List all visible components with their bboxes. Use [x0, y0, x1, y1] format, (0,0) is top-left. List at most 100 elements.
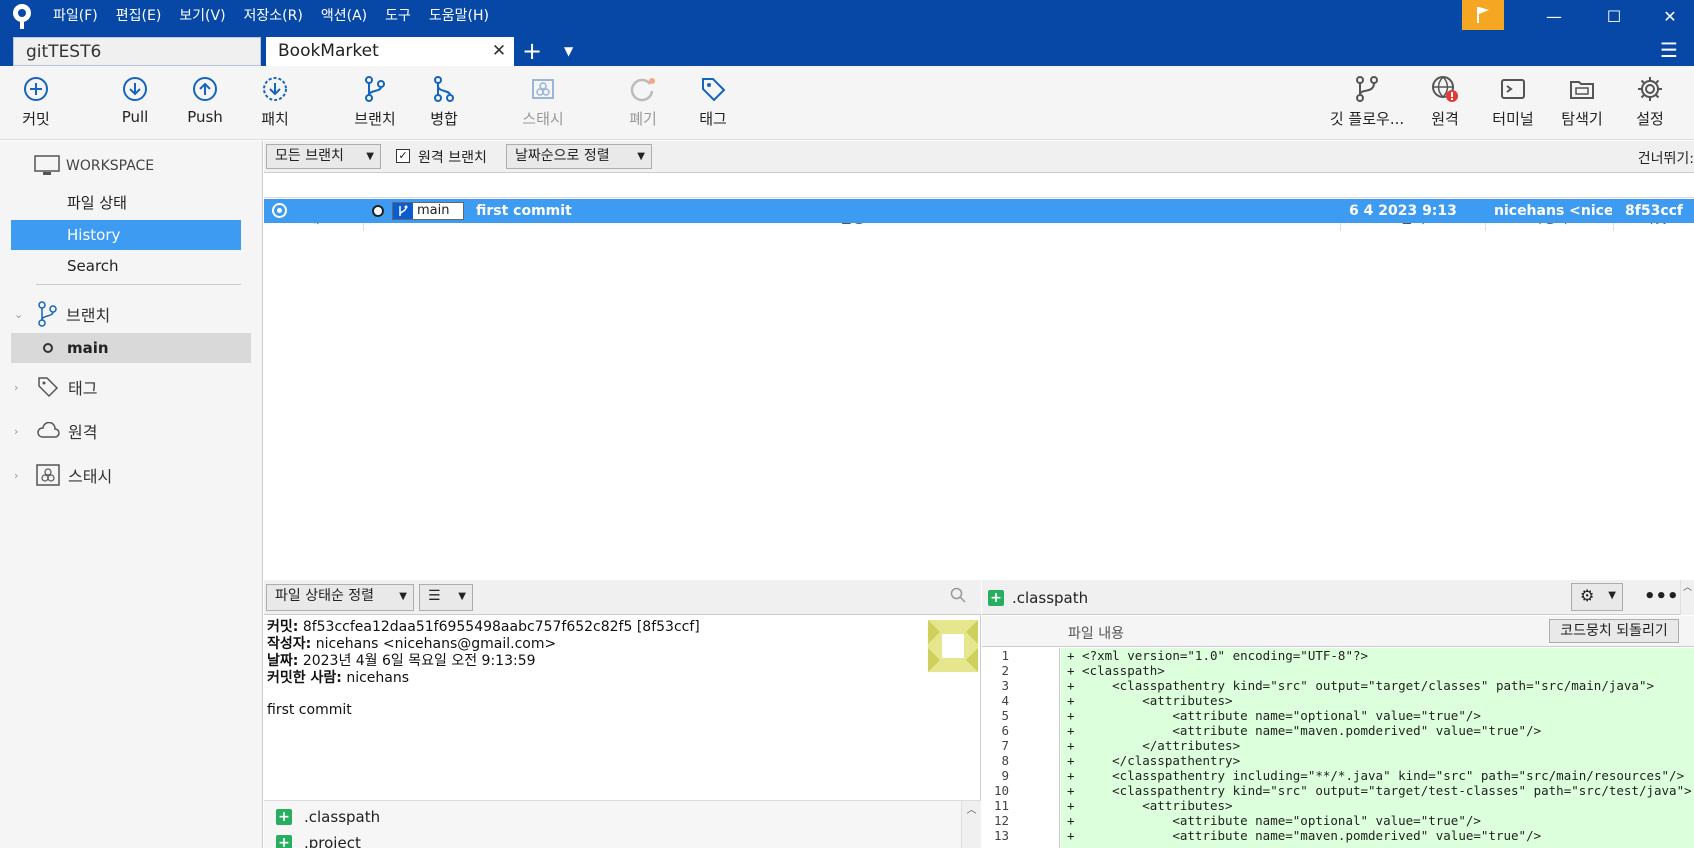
filter-bar: 모든 브랜치 ▼ ✓ 원격 브랜치 날짜순으로 정렬 ▼ 건너뛰기: [264, 141, 1694, 173]
minimize-button[interactable]: — [1526, 0, 1582, 32]
settings-button[interactable]: 설정 [1615, 74, 1685, 129]
menu-tools[interactable]: 도구 [376, 0, 420, 32]
file-added-icon: + [988, 590, 1004, 606]
tag-button[interactable]: 태그 [678, 74, 748, 129]
diff-line: + <attributes> [1067, 693, 1233, 708]
workspace-header: WORKSPACE [34, 155, 154, 177]
sidebar-branch-main[interactable]: main [11, 333, 251, 363]
line-number: 8 [1001, 753, 1009, 768]
sidebar-item-file-status[interactable]: 파일 상태 [11, 188, 241, 218]
remote-branches-checkbox[interactable]: ✓ [396, 149, 410, 163]
revert-hunk-button[interactable]: 코드뭉치 되돌리기 [1549, 619, 1679, 643]
discard-button[interactable]: 폐기 [608, 74, 678, 129]
close-window-button[interactable]: ✕ [1642, 0, 1694, 32]
sidebar-group-remotes[interactable]: › 원격 [14, 419, 97, 443]
push-button[interactable]: Push [170, 74, 240, 126]
menu-edit[interactable]: 편집(E) [107, 0, 171, 32]
line-number: 7 [1001, 738, 1009, 753]
merge-button[interactable]: 병합 [409, 74, 479, 129]
sidebar-group-branches[interactable]: ⌄ 브랜치 [14, 301, 110, 327]
flag-button[interactable] [1462, 0, 1504, 30]
commit-message-full: first commit [267, 702, 352, 718]
view-mode-dropdown[interactable]: ☰ ▼ [419, 584, 473, 611]
patch-button[interactable]: 패치 [240, 74, 310, 129]
git-flow-button[interactable]: 깃 플로우... [1326, 74, 1408, 129]
line-number-gutter: 1 2 3 4 5 6 7 8 9 10 11 12 13 [982, 648, 1060, 848]
branch-filter-dropdown[interactable]: 모든 브랜치 ▼ [266, 144, 381, 169]
chevron-up-icon[interactable]: ︿ [962, 801, 981, 816]
commit-button[interactable]: 커밋 [1, 74, 71, 129]
gear-icon [1638, 77, 1662, 101]
date-label: 날짜: [267, 653, 299, 669]
tab-close-icon[interactable]: ✕ [490, 37, 508, 66]
history-panel: 모든 브랜치 ▼ ✓ 원격 브랜치 날짜순으로 정렬 ▼ 건너뛰기: 그래프 설… [264, 141, 1694, 579]
pull-label: Pull [121, 108, 149, 126]
explorer-button[interactable]: 탐색기 [1547, 74, 1617, 129]
stash-button[interactable]: 스태시 [508, 74, 578, 129]
add-tab-icon[interactable]: + [522, 36, 542, 66]
search-icon[interactable] [950, 587, 966, 607]
tab-bookmarket[interactable]: BookMarket ✕ [266, 37, 514, 66]
diff-content: 1 2 3 4 5 6 7 8 9 10 11 12 13 + <?xml version="1.0" … [982, 648, 1694, 848]
sort-dropdown[interactable]: 날짜순으로 정렬 ▼ [506, 144, 652, 169]
file-item[interactable]: + .project [276, 832, 361, 848]
branch-filter-value: 모든 브랜치 [275, 148, 344, 164]
diff-line: + <classpathentry kind="src" output="tar… [1067, 783, 1692, 798]
branches-label: 브랜치 [66, 306, 111, 325]
menu-file[interactable]: 파일(F) [44, 0, 107, 32]
terminal-button[interactable]: 터미널 [1478, 74, 1548, 129]
push-icon [193, 77, 217, 101]
line-number: 5 [1001, 708, 1009, 723]
menu-view[interactable]: 보기(V) [170, 0, 234, 32]
file-item[interactable]: + .classpath [276, 806, 380, 828]
file-list-scrollbar[interactable]: ︿ [961, 801, 981, 848]
diff-line: + <attribute name="maven.pomderived" val… [1067, 723, 1542, 738]
flag-icon [1477, 7, 1489, 23]
pull-icon [123, 77, 147, 101]
sidebar-group-stashes[interactable]: › 스태시 [14, 463, 112, 487]
tab-gittest6[interactable]: gitTEST6 [13, 37, 261, 66]
diff-line: + <attributes> [1067, 798, 1233, 813]
chevron-down-icon: ▼ [458, 591, 466, 602]
file-sort-dropdown[interactable]: 파일 상태순 정렬 ▼ [266, 584, 414, 611]
branch-tag-name: main [417, 203, 450, 218]
diff-line: + <classpathentry including="**/*.java" … [1067, 768, 1685, 783]
push-label: Push [187, 108, 223, 126]
branch-button[interactable]: 브랜치 [340, 74, 410, 129]
file-added-icon: + [276, 809, 292, 825]
terminal-label: 터미널 [1492, 110, 1534, 128]
menu-actions[interactable]: 액션(A) [312, 0, 376, 32]
maximize-button[interactable]: ☐ [1586, 0, 1642, 32]
diff-file-name: .classpath [1012, 589, 1089, 607]
tab-dropdown-icon[interactable]: ▼ [564, 40, 573, 62]
sidebar-group-tags[interactable]: › 태그 [14, 375, 97, 399]
hunk-label: 파일 내용 [1068, 626, 1124, 642]
stashes-label: 스태시 [68, 467, 113, 486]
commit-icon [24, 77, 48, 101]
tag-label: 태그 [699, 110, 727, 128]
chevron-right-icon: › [14, 468, 19, 482]
tag-icon [38, 377, 59, 398]
diff-options-dropdown[interactable]: ⚙ ▼ [1571, 583, 1623, 611]
remote-button[interactable]: 원격 [1410, 74, 1480, 129]
commit-row[interactable]: main first commit 6 4 2023 9:13 nicehans… [264, 199, 1694, 223]
monitor-icon [34, 155, 60, 175]
tag-icon [702, 78, 726, 102]
diff-line: + <classpath> [1067, 663, 1165, 678]
sidebar-item-history[interactable]: History [11, 220, 241, 250]
menu-help[interactable]: 도움말(H) [420, 0, 498, 32]
merge-label: 병합 [430, 110, 458, 128]
stash-icon [36, 464, 60, 486]
more-options-icon[interactable]: ••• [1644, 586, 1679, 607]
hamburger-menu-icon[interactable]: ☰ [1660, 38, 1678, 62]
line-number: 10 [993, 783, 1009, 798]
menu-repository[interactable]: 저장소(R) [235, 0, 312, 32]
branch-label-tag: main [392, 202, 464, 220]
sidebar-item-search[interactable]: Search [11, 251, 241, 281]
terminal-icon [1501, 79, 1525, 99]
graph-node-icon [272, 203, 287, 218]
pull-button[interactable]: Pull [100, 74, 170, 126]
folder-icon [1570, 81, 1594, 99]
diff-scroll-up-icon[interactable]: ︿ [1680, 580, 1694, 615]
commit-hash: 8f53ccf [1625, 203, 1684, 219]
